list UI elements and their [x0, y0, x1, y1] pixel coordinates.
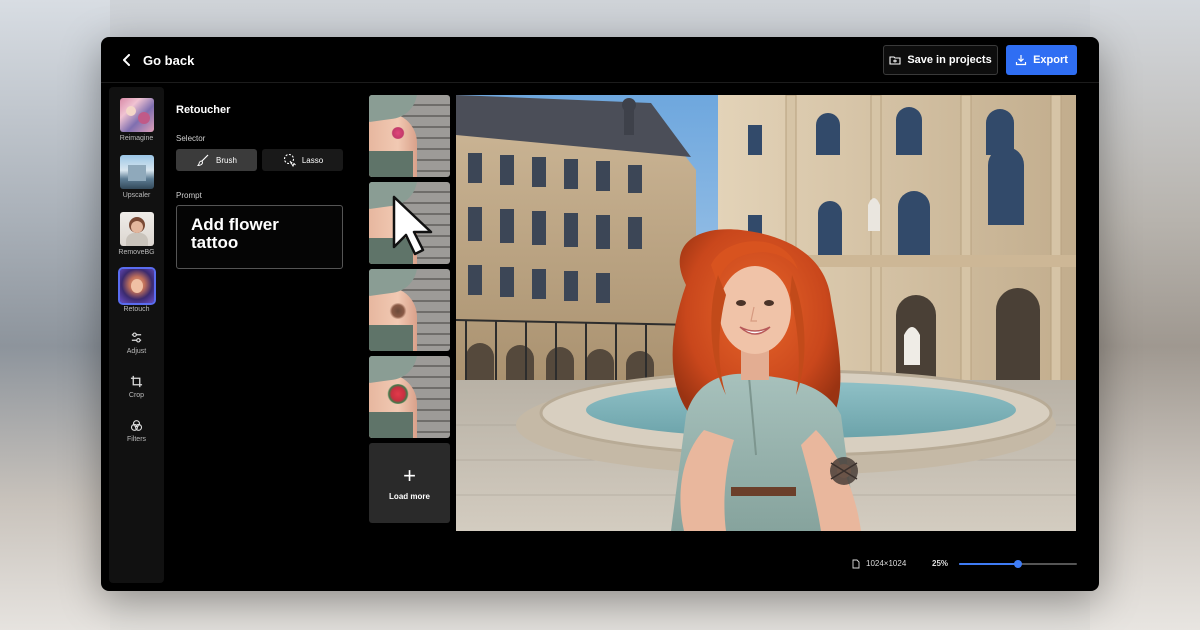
rail-item-removebg[interactable]: RemoveBG: [109, 212, 164, 256]
variation-pants: [369, 325, 413, 351]
rail-item-filters[interactable]: Filters: [109, 417, 164, 443]
load-more-button[interactable]: + Load more: [369, 443, 450, 523]
image-canvas[interactable]: [456, 95, 1076, 531]
variation-pants: [369, 238, 413, 264]
rail-item-crop[interactable]: Crop: [109, 373, 164, 399]
rail-label-retouch: Retouch: [123, 306, 150, 313]
crop-icon: [129, 373, 145, 389]
save-in-projects-button[interactable]: Save in projects: [883, 45, 998, 75]
top-bar: Go back Save in projects Export: [101, 37, 1099, 83]
rail-label-adjust: Adjust: [126, 348, 147, 355]
brush-button[interactable]: Brush: [176, 149, 257, 171]
tattoo-mark: [387, 384, 409, 404]
retouch-thumbnail: [117, 267, 156, 305]
tattoo-mark: [391, 127, 405, 139]
rail-label-crop: Crop: [128, 392, 145, 399]
go-back-label: Go back: [143, 52, 195, 68]
brush-label: Brush: [216, 155, 237, 165]
rail-label-removebg: RemoveBG: [118, 249, 155, 256]
chevron-left-icon: [123, 54, 130, 66]
background-blur-right: [1090, 0, 1200, 630]
rail-label-upscaler: Upscaler: [122, 192, 151, 199]
selector-label: Selector: [176, 134, 206, 143]
tattoo-mark: [389, 303, 407, 319]
download-icon: [1015, 55, 1027, 66]
rail-label-filters: Filters: [126, 436, 147, 443]
file-icon: [852, 559, 860, 569]
variation-thumbnail-4[interactable]: [369, 356, 450, 438]
background-blur-left: [0, 0, 110, 630]
zoom-slider-handle[interactable]: [1014, 560, 1022, 568]
reimagine-thumbnail: [119, 98, 154, 132]
brush-icon: [197, 154, 209, 167]
variation-thumbnail-2[interactable]: [369, 182, 450, 264]
prompt-label: Prompt: [176, 191, 202, 200]
lasso-icon: [283, 153, 296, 167]
zoom-slider-fill: [959, 563, 1018, 565]
lasso-label: Lasso: [301, 155, 324, 165]
removebg-thumbnail: [119, 212, 154, 246]
canvas-photo: [456, 95, 1076, 531]
save-label: Save in projects: [907, 54, 992, 66]
zoom-slider[interactable]: [959, 560, 1077, 568]
variation-pants: [369, 412, 413, 438]
editor-window: Go back Save in projects Export Reimagin…: [101, 37, 1099, 591]
rail-item-adjust[interactable]: Adjust: [109, 329, 164, 355]
folder-save-icon: [889, 56, 901, 65]
rail-item-reimagine[interactable]: Reimagine: [109, 98, 164, 142]
upscaler-thumbnail: [119, 155, 154, 189]
tool-rail: Reimagine Upscaler RemoveBG Retouch Adju…: [109, 87, 164, 583]
variation-thumbnail-3[interactable]: [369, 269, 450, 351]
rail-item-retouch[interactable]: Retouch: [109, 267, 164, 313]
sliders-icon: [129, 329, 145, 345]
load-more-label: Load more: [389, 491, 430, 501]
panel-title: Retoucher: [176, 104, 231, 116]
variation-pants: [369, 151, 413, 177]
plus-icon: +: [403, 462, 416, 488]
export-label: Export: [1033, 54, 1068, 66]
rail-item-upscaler[interactable]: Upscaler: [109, 155, 164, 199]
lasso-button[interactable]: Lasso: [262, 149, 343, 171]
go-back-button[interactable]: Go back: [121, 50, 194, 70]
rail-label-reimagine: Reimagine: [119, 135, 154, 142]
prompt-input[interactable]: Add flower tattoo: [176, 205, 343, 269]
variation-thumbnail-1[interactable]: [369, 95, 450, 177]
filters-icon: [129, 417, 145, 433]
image-dimensions: 1024×1024: [866, 559, 907, 568]
export-button[interactable]: Export: [1006, 45, 1077, 75]
zoom-percentage: 25%: [932, 559, 949, 568]
